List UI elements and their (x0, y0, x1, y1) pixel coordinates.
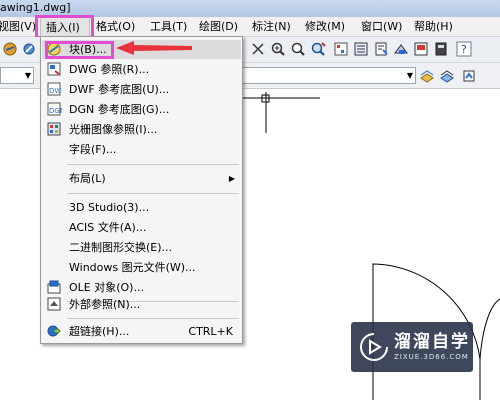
submenu-arrow-icon: ▶ (228, 174, 235, 183)
svg-text:DGN: DGN (49, 107, 62, 115)
dgn-underlay-icon: DGN (46, 101, 62, 117)
menu-item-acis-file[interactable]: ACIS 文件(A)... (42, 218, 241, 237)
menu-item-label: Windows 图元文件(W)... (69, 261, 196, 274)
layer-make-current-icon[interactable] (461, 68, 477, 84)
zoom-previous-icon[interactable] (290, 41, 306, 57)
block-icon (46, 41, 62, 57)
red-arrow-annotation (116, 41, 192, 55)
menu-item-label: DWG 参照(R)... (69, 63, 150, 76)
menu-view[interactable]: 视图(V) (0, 17, 36, 36)
layer-combo[interactable]: ▼ (238, 67, 416, 84)
hyperlink-icon (46, 323, 62, 339)
menu-item-label: ACIS 文件(A)... (69, 221, 147, 234)
help-icon[interactable]: ? (456, 41, 472, 57)
menu-format[interactable]: 格式(O) (96, 17, 135, 36)
tool-palettes-icon[interactable] (373, 41, 389, 57)
layer-previous-icon[interactable] (419, 68, 435, 84)
publish-icon[interactable] (2, 41, 18, 57)
menu-item-windows-metafile[interactable]: Windows 图元文件(W)... (42, 258, 241, 277)
ole-object-icon (46, 279, 62, 295)
title-bar: awing1.dwg] (0, 0, 500, 18)
menu-item-label: 光栅图像参照(I)... (69, 123, 158, 136)
markup-icon[interactable] (413, 41, 429, 57)
menu-item-label: 布局(L) (69, 172, 106, 185)
svg-text:DWF: DWF (49, 87, 62, 95)
menu-item-3d-studio[interactable]: 3D Studio(3)... (42, 198, 241, 217)
menu-item-label: 外部参照(N)... (69, 298, 141, 311)
window-title: awing1.dwg] (0, 1, 71, 14)
menu-item-label: 字段(F)... (69, 143, 117, 156)
menu-item-dwf-underlay[interactable]: DWF DWF 参考底图(U)... (42, 80, 241, 99)
menu-help[interactable]: 帮助(H) (414, 17, 453, 36)
menu-item-shortcut: CTRL+K (188, 325, 233, 338)
menu-separator (67, 164, 239, 165)
menu-item-field[interactable]: 字段(F)... (42, 140, 241, 159)
menu-item-binary-drawing-exchange[interactable]: 二进制图形交换(E)... (42, 238, 241, 257)
insert-menu-dropdown: 块(B)... DWG 参照(R)... DWF DWF 参考底图(U)... … (40, 36, 243, 344)
menu-draw[interactable]: 绘图(D) (199, 17, 238, 36)
watermark-subtitle: ZIXUE.3D66.COM (394, 353, 469, 361)
menu-separator (67, 318, 239, 319)
menu-bar: 视图(V) 插入(I) 格式(O) 工具(T) 绘图(D) 标注(N) 修改(M… (0, 17, 500, 37)
calculator-icon[interactable] (433, 41, 449, 57)
zoom-extents-icon[interactable] (310, 41, 326, 57)
menu-item-label: 块(B)... (69, 43, 107, 56)
chevron-down-icon: ▼ (24, 71, 31, 80)
menu-item-label: 二进制图形交换(E)... (69, 241, 173, 254)
menu-item-label: 3D Studio(3)... (69, 201, 150, 214)
menu-item-label: DWF 参考底图(U)... (69, 83, 170, 96)
menu-item-dgn-underlay[interactable]: DGN DGN 参考底图(G)... (42, 100, 241, 119)
menu-modify[interactable]: 修改(M) (305, 17, 345, 36)
properties-icon[interactable] (333, 41, 349, 57)
external-reference-icon (46, 296, 62, 312)
menu-dimension[interactable]: 标注(N) (252, 17, 291, 36)
chevron-down-icon: ▼ (406, 71, 413, 80)
menu-item-raster-image[interactable]: 光栅图像参照(I)... (42, 120, 241, 139)
design-center-icon[interactable] (353, 41, 369, 57)
menu-item-dwg-reference[interactable]: DWG 参照(R)... (42, 60, 241, 79)
play-logo-icon (360, 333, 388, 361)
menu-insert[interactable]: 插入(I) (40, 17, 90, 37)
zoom-window-icon[interactable] (270, 41, 286, 57)
sheet-set-icon[interactable] (393, 41, 409, 57)
watermark-title: 溜溜自学 (394, 332, 470, 352)
menu-tools[interactable]: 工具(T) (150, 17, 187, 36)
menu-item-label: DGN 参考底图(G)... (69, 103, 170, 116)
menu-item-label: 超链接(H)... (69, 325, 130, 338)
svg-text:?: ? (461, 43, 467, 56)
dwg-reference-icon (46, 61, 62, 77)
raster-image-icon (46, 121, 62, 137)
menu-separator (67, 193, 239, 194)
menu-item-layout[interactable]: 布局(L) ▶ (42, 169, 241, 188)
menu-item-external-references[interactable]: 外部参照(N)... (42, 295, 241, 314)
watermark: 溜溜自学 ZIXUE.3D66.COM (351, 322, 473, 372)
layer-states-icon[interactable] (439, 68, 455, 84)
workspace-combo[interactable]: ▼ (0, 67, 34, 84)
zoom-realtime-icon[interactable] (250, 41, 266, 57)
menu-window[interactable]: 窗口(W) (361, 17, 402, 36)
dwf-underlay-icon: DWF (46, 81, 62, 97)
plot-icon[interactable] (21, 41, 37, 57)
menu-item-hyperlink[interactable]: 超链接(H)... CTRL+K (42, 322, 241, 341)
